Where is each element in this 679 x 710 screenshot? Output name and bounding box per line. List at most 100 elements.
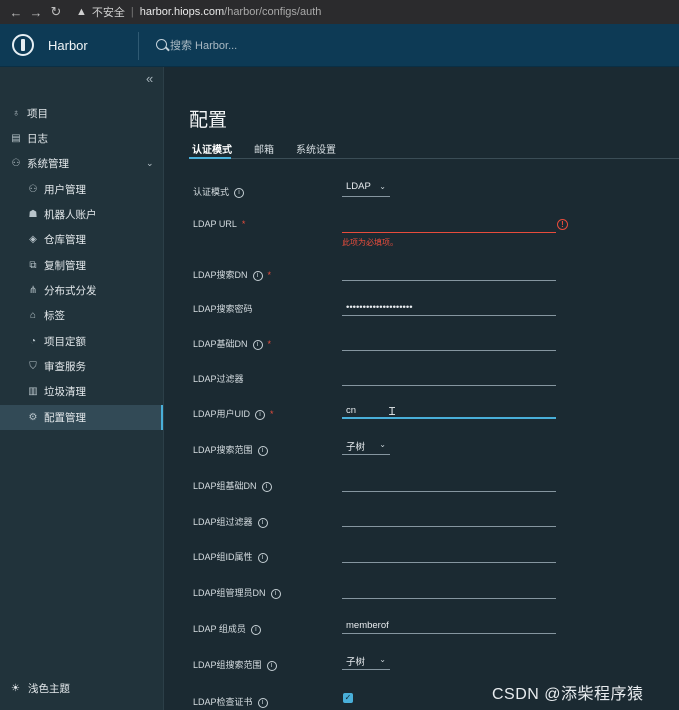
info-icon[interactable]: i (257, 445, 268, 456)
search-password-input[interactable] (342, 300, 556, 316)
reload-icon[interactable]: ↻ (46, 4, 66, 20)
sidebar-item-label: 分布式分发 (44, 285, 97, 297)
required-marker: * (241, 219, 246, 229)
info-icon[interactable]: i (252, 339, 263, 350)
tab-auth-mode[interactable]: 认证模式 (192, 141, 232, 156)
info-icon[interactable]: i (234, 187, 245, 198)
group-member-input[interactable] (342, 618, 556, 634)
projects-icon: ♁ (12, 108, 20, 119)
info-icon[interactable]: i (250, 624, 261, 635)
trash-icon: ▥ (28, 386, 38, 397)
sidebar-item-labels[interactable]: ⌂ 标签 (0, 303, 163, 328)
text-cursor-icon: Ɪ (389, 406, 396, 418)
url-path: /harbor/configs/auth (224, 6, 322, 18)
group-base-dn-input[interactable] (342, 476, 556, 492)
search-dn-label: LDAP搜索DN i * (193, 268, 271, 281)
required-marker: * (267, 339, 272, 349)
sidebar-item-quotas[interactable]: ◔ 项目定额 (0, 329, 163, 354)
auth-mode-select[interactable]: LDAP ⌄ (342, 181, 390, 197)
sidebar-item-label: 标签 (44, 310, 65, 322)
theme-toggle[interactable]: ☀ 浅色主题 (0, 677, 163, 699)
sidebar-item-label: 复制管理 (44, 260, 86, 272)
forward-icon[interactable]: → (26, 5, 46, 20)
sidebar-item-label: 日志 (27, 133, 48, 145)
search-scope-select[interactable]: 子树 ⌄ (342, 439, 390, 455)
warning-icon[interactable]: ▲ (76, 6, 87, 18)
select-value: 子树 (346, 442, 366, 453)
collapse-sidebar-icon[interactable]: « (146, 71, 153, 86)
sidebar-item-configuration[interactable]: ⚙ 配置管理 (0, 405, 163, 430)
sidebar-item-gc[interactable]: ▥ 垃圾清理 (0, 379, 163, 404)
sidebar-item-robot-accounts[interactable]: ☗ 机器人账户 (0, 202, 163, 227)
search-icon (156, 39, 167, 50)
required-marker: * (270, 409, 274, 419)
tab-email[interactable]: 邮箱 (254, 141, 274, 156)
url-separator: | (130, 6, 134, 18)
sidebar-item-admin[interactable]: ⚇ 系统管理 ⌄ (0, 151, 163, 176)
error-icon: ! (557, 219, 568, 230)
sidebar-item-logs[interactable]: ▤ 日志 (0, 126, 163, 151)
browser-address-bar: ← → ↻ ▲ 不安全 | harbor.hiops.com/harbor/co… (0, 0, 679, 24)
field-label: LDAP检查证书 (193, 697, 253, 707)
info-icon[interactable]: i (261, 481, 272, 492)
field-label: LDAP URL (193, 219, 237, 229)
registry-icon: ◈ (29, 234, 37, 245)
sidebar-item-registries[interactable]: ◈ 仓库管理 (0, 227, 163, 252)
ldap-url-input[interactable] (342, 217, 556, 233)
base-dn-input[interactable] (342, 335, 556, 351)
field-label: LDAP 组成员 (193, 624, 246, 634)
verify-cert-checkbox[interactable]: ✓ (343, 693, 353, 703)
app-header: Harbor (0, 24, 679, 67)
filter-input[interactable] (342, 370, 556, 386)
group-scope-select[interactable]: 子树 ⌄ (342, 654, 390, 670)
sidebar-item-users[interactable]: ⚇ 用户管理 (0, 177, 163, 202)
group-scope-label: LDAP组搜索范围 i (193, 658, 277, 671)
sidebar-item-label: 系统管理 (27, 158, 69, 170)
distribution-icon: ⋔ (28, 285, 38, 296)
uid-input[interactable] (342, 403, 556, 419)
sidebar-item-interrogation[interactable]: ⛉ 审查服务 (0, 354, 163, 379)
header-divider (138, 32, 139, 60)
insecure-label[interactable]: 不安全 (92, 4, 125, 20)
active-tab-indicator (189, 157, 231, 159)
sidebar-item-distributions[interactable]: ⋔ 分布式分发 (0, 278, 163, 303)
sidebar-item-label: 项目定额 (44, 336, 86, 348)
harbor-logo-icon[interactable] (12, 34, 34, 56)
group-admin-dn-label: LDAP组管理员DN i (193, 586, 281, 599)
info-icon[interactable]: i (255, 409, 266, 420)
url-text[interactable]: harbor.hiops.com/harbor/configs/auth (140, 6, 322, 18)
brand-name[interactable]: Harbor (48, 38, 88, 53)
info-icon[interactable]: i (270, 588, 281, 599)
uid-label: LDAP用户UID i * (193, 407, 274, 420)
tag-icon: ⌂ (29, 310, 37, 321)
group-admin-dn-input[interactable] (342, 583, 556, 599)
info-icon[interactable]: i (252, 270, 263, 281)
field-label: LDAP组搜索范围 (193, 660, 262, 670)
chevron-down-icon: ⌄ (379, 440, 386, 449)
sidebar-item-projects[interactable]: ♁ 项目 (0, 101, 163, 126)
field-label: LDAP组过滤器 (193, 517, 253, 527)
info-icon[interactable]: i (257, 552, 268, 563)
tab-system-settings[interactable]: 系统设置 (296, 141, 336, 156)
search-input[interactable] (170, 37, 370, 55)
watermark-text: CSDN @添柴程序猿 (492, 686, 644, 703)
back-icon[interactable]: ← (6, 5, 26, 20)
gear-icon: ⚙ (28, 412, 38, 423)
search-dn-input[interactable] (342, 265, 556, 281)
main-content: 配置 认证模式 邮箱 系统设置 认证模式 i LDAP ⌄ LDAP URL * !… (164, 67, 679, 710)
info-icon[interactable]: i (257, 697, 268, 708)
group-member-label: LDAP 组成员 i (193, 622, 261, 635)
sun-icon: ☀ (11, 682, 20, 694)
select-value: LDAP (346, 181, 371, 192)
search-password-label: LDAP搜索密码 (193, 302, 253, 315)
info-icon[interactable]: i (266, 660, 277, 671)
group-filter-input[interactable] (342, 511, 556, 527)
group-filter-label: LDAP组过滤器 i (193, 515, 268, 528)
sidebar-item-replications[interactable]: ⧉ 复制管理 (0, 253, 163, 278)
quota-icon: ◔ (29, 336, 37, 347)
chevron-down-icon: ⌄ (146, 158, 154, 168)
select-value: 子树 (346, 657, 366, 668)
users-icon: ⚇ (28, 184, 38, 195)
group-id-input[interactable] (342, 547, 556, 563)
info-icon[interactable]: i (257, 517, 268, 528)
